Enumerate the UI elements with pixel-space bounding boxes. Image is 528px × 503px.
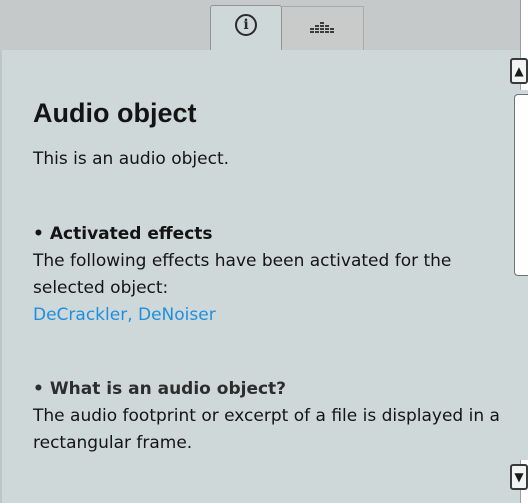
section-what-is-audio-object: • What is an audio object? The audio foot…: [33, 376, 503, 457]
section-activated-effects: • Activated effects The following effects…: [33, 221, 503, 329]
section-heading-what-is-audio-object: • What is an audio object?: [33, 379, 287, 399]
triangle-down-icon: ▼: [514, 470, 524, 484]
tab-info[interactable]: i: [210, 5, 282, 50]
intro-text: This is an audio object.: [33, 149, 230, 169]
bullet-icon: •: [33, 379, 44, 399]
scrollbar-thumb[interactable]: [514, 94, 528, 276]
panel-edge: [0, 50, 2, 503]
tab-level-meter[interactable]: [282, 6, 364, 50]
tab-strip-filler: [364, 6, 524, 50]
triangle-up-icon: ▲: [514, 64, 524, 78]
info-icon: i: [235, 14, 257, 36]
effects-link[interactable]: DeCrackler, DeNoiser: [33, 302, 503, 329]
section-heading-activated-effects: • Activated effects: [33, 224, 213, 244]
what-is-audio-object-text: The audio footprint or excerpt of a file…: [33, 406, 500, 453]
panel-title: Audio object: [33, 98, 197, 128]
info-content: Audio object This is an audio object. • A…: [33, 96, 503, 453]
info-panel-window: i Audio object This is an audio object. …: [0, 0, 528, 503]
scroll-up-button[interactable]: ▲: [510, 58, 528, 84]
bullet-icon: •: [33, 224, 44, 244]
activated-effects-text: The following effects have been activate…: [33, 251, 452, 298]
scroll-down-button[interactable]: ▼: [510, 464, 528, 490]
level-meter-icon: [309, 21, 334, 33]
